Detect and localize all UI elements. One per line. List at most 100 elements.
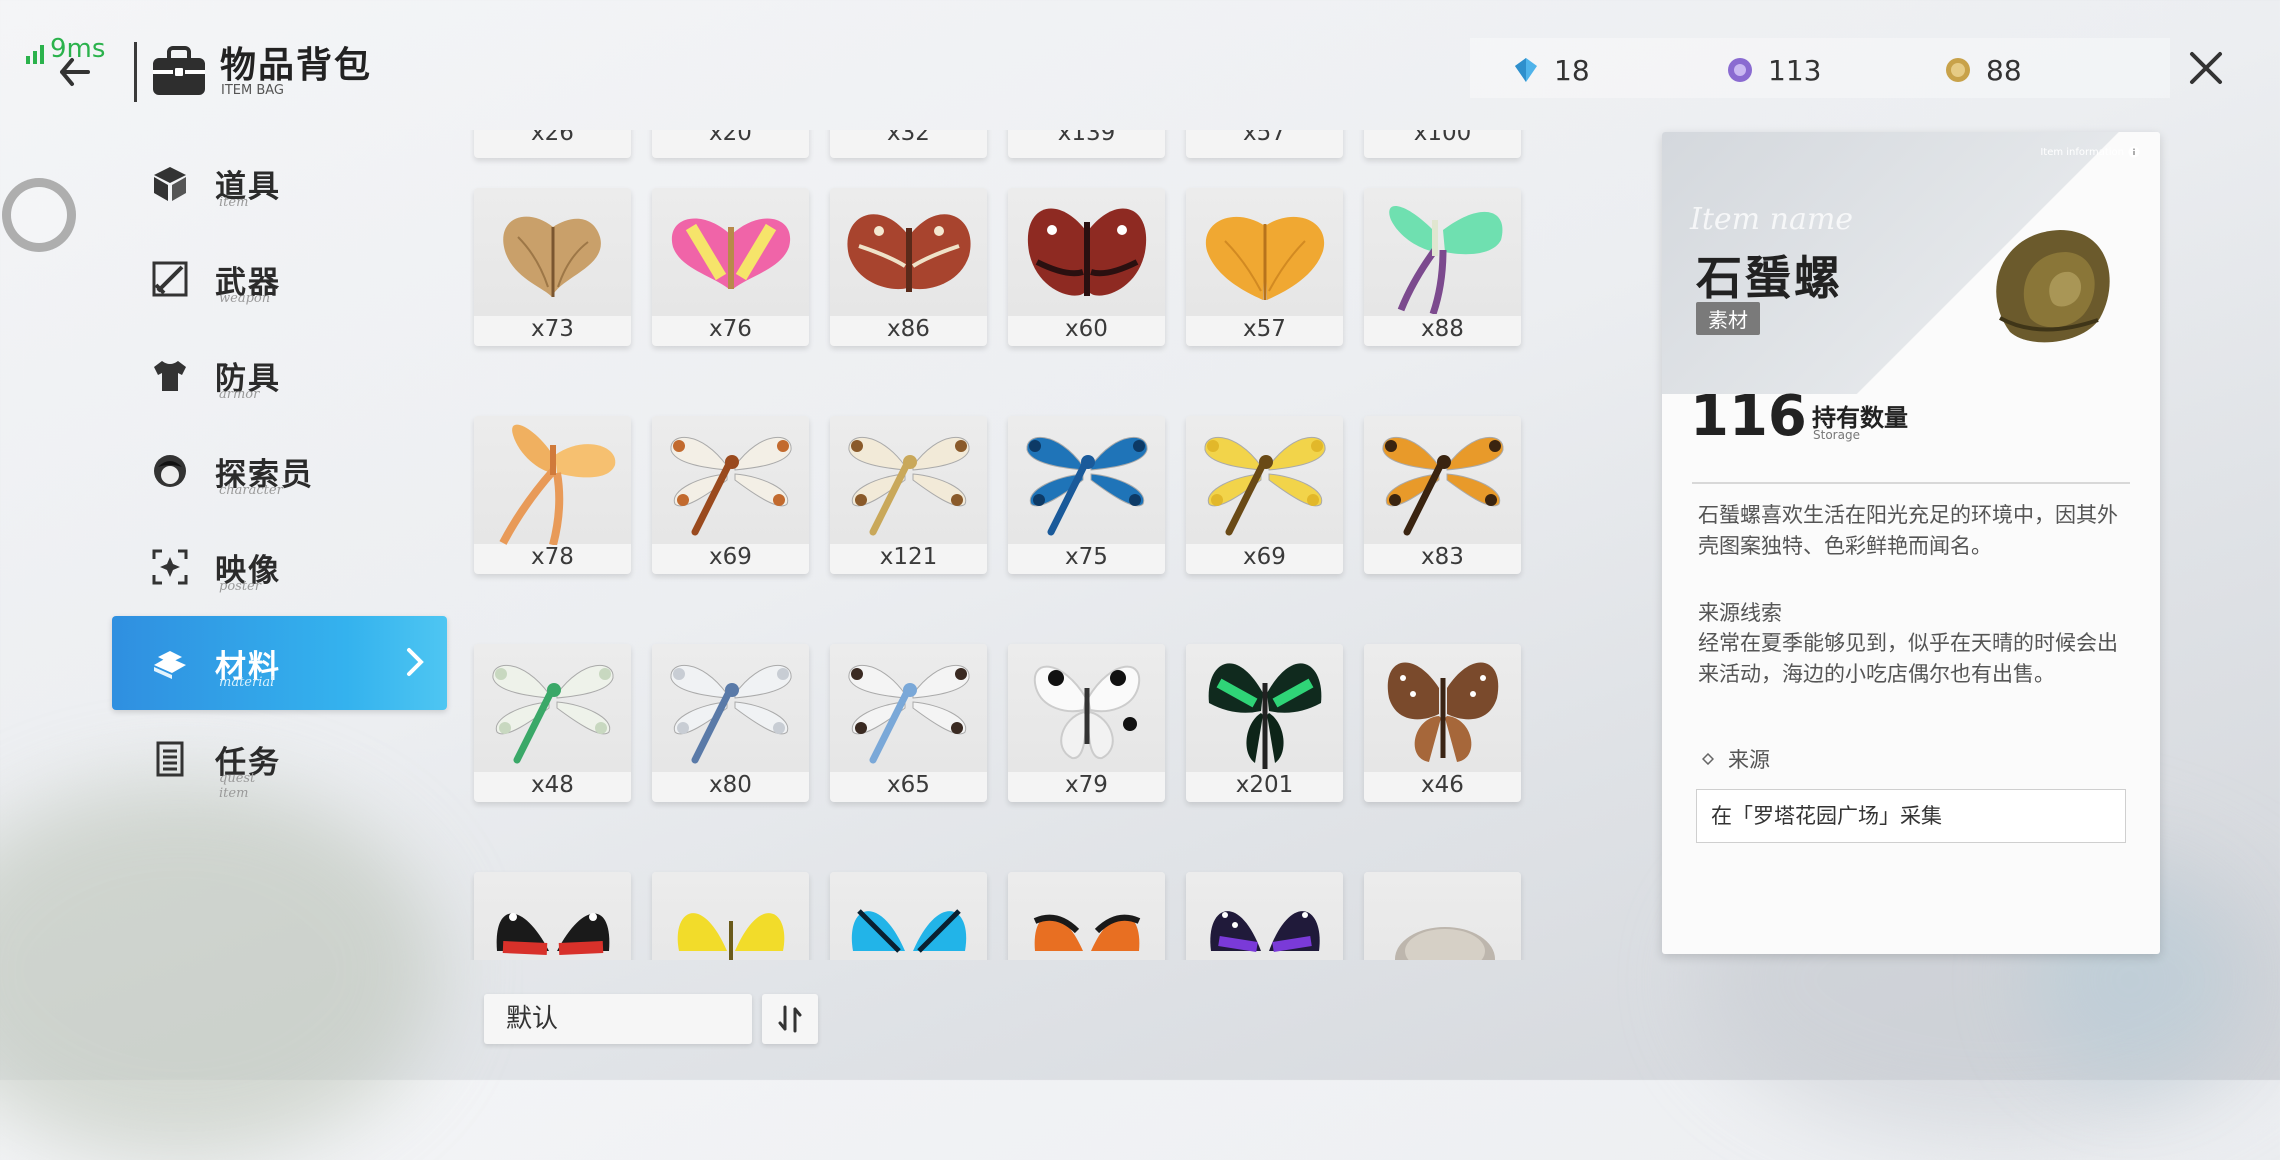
sidebar-item-armor[interactable]: 防具 armor bbox=[112, 328, 447, 422]
currency-orb[interactable]: 113 bbox=[1726, 50, 1821, 90]
dragonfly-icon bbox=[847, 664, 970, 764]
item-count: x26 bbox=[531, 130, 574, 146]
sort-order-button[interactable] bbox=[762, 994, 818, 1044]
item-name: 石蜑螺 bbox=[1696, 251, 1843, 305]
item-card[interactable]: x73 bbox=[474, 188, 631, 346]
item-card[interactable]: x26 bbox=[474, 130, 631, 158]
item-card[interactable]: x88 bbox=[1364, 188, 1521, 346]
item-card[interactable]: x48 bbox=[474, 644, 631, 802]
item-card[interactable]: x139 bbox=[1008, 130, 1165, 158]
item-card[interactable]: x57 bbox=[1186, 130, 1343, 158]
moth-icon bbox=[1027, 208, 1146, 296]
header-divider bbox=[134, 42, 137, 102]
dragonfly-icon bbox=[847, 436, 970, 536]
butterfly-icon bbox=[496, 913, 609, 955]
sidebar-item-sublabel: poster bbox=[219, 578, 261, 594]
item-card[interactable] bbox=[1364, 872, 1521, 960]
sort-dropdown[interactable]: 默认 bbox=[484, 994, 752, 1044]
item-card[interactable]: x46 bbox=[1364, 644, 1521, 802]
sidebar-item-poster[interactable]: 映像 poster bbox=[112, 520, 447, 614]
moth-icon bbox=[1205, 216, 1324, 300]
butterfly-icon bbox=[851, 909, 966, 953]
info-tag[interactable]: Item information bbox=[2040, 146, 2140, 158]
item-card[interactable]: x80 bbox=[652, 644, 809, 802]
item-card[interactable]: x78 bbox=[474, 416, 631, 574]
item-count: x46 bbox=[1421, 772, 1464, 798]
sidebar-item-sublabel: armor bbox=[219, 386, 260, 402]
close-icon[interactable] bbox=[2186, 48, 2226, 88]
currency-value: 113 bbox=[1768, 53, 1822, 87]
item-card[interactable] bbox=[1186, 872, 1343, 960]
diamond-icon bbox=[1702, 753, 1714, 765]
item-count: x57 bbox=[1243, 130, 1286, 146]
butterfly-icon bbox=[1208, 663, 1321, 769]
item-type-badge: 素材 bbox=[1696, 302, 1760, 335]
moth-icon bbox=[1388, 206, 1502, 314]
quantity-sublabel: Storage bbox=[1813, 428, 1860, 442]
item-count: x32 bbox=[887, 130, 930, 146]
currency-crystal[interactable]: 18 bbox=[1512, 50, 1590, 90]
item-card[interactable]: x57 bbox=[1186, 188, 1343, 346]
item-card[interactable]: x69 bbox=[1186, 416, 1343, 574]
item-count: x80 bbox=[709, 772, 752, 798]
floating-record-button[interactable] bbox=[2, 178, 76, 252]
item-count: x79 bbox=[1065, 772, 1108, 798]
sidebar-item-item[interactable]: 道具 item bbox=[112, 136, 447, 230]
item-count: x139 bbox=[1057, 130, 1116, 146]
item-count: x78 bbox=[531, 544, 574, 570]
back-button[interactable] bbox=[44, 42, 104, 102]
item-count: x69 bbox=[709, 544, 752, 570]
item-card[interactable]: x76 bbox=[652, 188, 809, 346]
back-arrow-icon bbox=[60, 58, 90, 86]
sword-icon bbox=[147, 256, 193, 302]
item-card[interactable]: x32 bbox=[830, 130, 987, 158]
page-subtitle: ITEM BAG bbox=[221, 83, 284, 98]
sidebar-item-weapon[interactable]: 武器 weapon bbox=[112, 232, 447, 326]
item-card[interactable]: x75 bbox=[1008, 416, 1165, 574]
butterfly-icon bbox=[1033, 914, 1140, 951]
item-card[interactable] bbox=[652, 872, 809, 960]
item-grid[interactable]: x26 x20 x32 x139 x57 x100 x73 x76 x86 x6… bbox=[470, 130, 1530, 960]
bag-icon bbox=[153, 46, 205, 95]
signal-icon bbox=[26, 44, 44, 64]
item-count: x60 bbox=[1065, 316, 1108, 342]
box-icon bbox=[147, 160, 193, 206]
crystal-icon bbox=[1515, 58, 1537, 82]
sort-icon bbox=[778, 1005, 802, 1033]
source-title: 来源 bbox=[1702, 744, 1770, 774]
source-location[interactable]: 在「罗塔花园广场」采集 bbox=[1696, 789, 2126, 843]
sidebar-item-sublabel: character bbox=[219, 482, 283, 498]
item-card[interactable]: x121 bbox=[830, 416, 987, 574]
character-icon bbox=[147, 448, 193, 494]
item-card[interactable]: x60 bbox=[1008, 188, 1165, 346]
item-quantity: 116 bbox=[1690, 384, 1807, 449]
chevron-right-icon bbox=[407, 648, 424, 676]
shirt-icon bbox=[147, 352, 193, 398]
item-card[interactable]: x83 bbox=[1364, 416, 1521, 574]
item-card[interactable]: x20 bbox=[652, 130, 809, 158]
item-card[interactable]: x86 bbox=[830, 188, 987, 346]
currency-coin[interactable]: 88 bbox=[1944, 50, 2022, 90]
item-card[interactable]: x100 bbox=[1364, 130, 1521, 158]
item-card[interactable]: x69 bbox=[652, 416, 809, 574]
item-count: x100 bbox=[1413, 130, 1472, 146]
dragonfly-icon bbox=[669, 664, 792, 764]
item-count: x88 bbox=[1421, 316, 1464, 342]
item-card[interactable]: x201 bbox=[1186, 644, 1343, 802]
item-count: x83 bbox=[1421, 544, 1464, 570]
moth-icon bbox=[502, 216, 601, 297]
item-card[interactable]: x79 bbox=[1008, 644, 1165, 802]
divider bbox=[1692, 482, 2130, 484]
source-title-label: 来源 bbox=[1728, 748, 1770, 772]
sidebar-item-material[interactable]: 材料 material bbox=[112, 616, 447, 710]
info-label: Item information bbox=[2040, 146, 2124, 158]
butterfly-icon bbox=[1209, 911, 1320, 952]
item-card[interactable]: x65 bbox=[830, 644, 987, 802]
sidebar-item-character[interactable]: 探索员 character bbox=[112, 424, 447, 518]
sidebar-item-quest[interactable]: 任务 quest item bbox=[112, 712, 447, 806]
sidebar-item-sublabel: weapon bbox=[219, 290, 271, 306]
item-card[interactable] bbox=[830, 872, 987, 960]
item-card[interactable] bbox=[474, 872, 631, 960]
item-count: x76 bbox=[709, 316, 752, 342]
item-card[interactable] bbox=[1008, 872, 1165, 960]
